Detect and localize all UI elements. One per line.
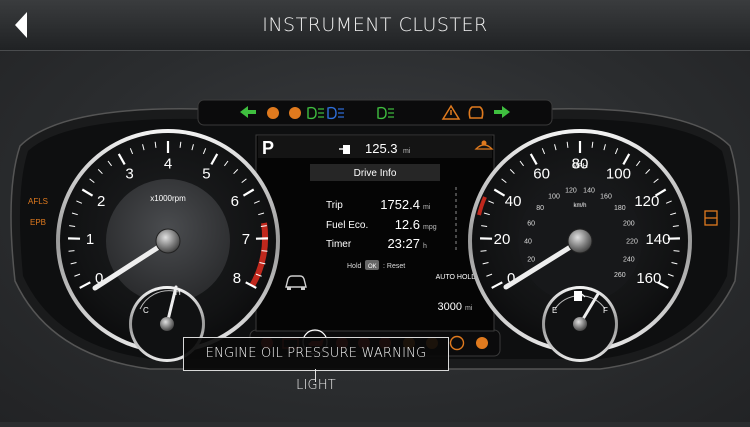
- kmh-label: 20: [527, 256, 535, 263]
- gear-indicator: P: [262, 138, 274, 158]
- stability-control-icon: [289, 107, 301, 119]
- odometer-value: 3000: [438, 301, 462, 313]
- timer-label: Timer: [326, 239, 352, 250]
- tach-label: 7: [242, 231, 250, 248]
- tach-label: 6: [231, 193, 239, 210]
- callout-leader-line: [315, 369, 316, 382]
- kmh-label: 120: [565, 187, 577, 194]
- fuel-eco-value: 12.6: [395, 217, 420, 232]
- auto-hold-label: AUTO HOLD: [436, 274, 477, 281]
- kmh-label: 140: [583, 187, 595, 194]
- tach-label: 5: [202, 165, 210, 182]
- odometer-unit: mi: [465, 305, 473, 312]
- tach-tick: [69, 251, 75, 252]
- kmh-label: 240: [623, 256, 635, 263]
- temp-cold-label: C: [143, 306, 149, 315]
- fuel-eco-unit: mpg: [423, 224, 437, 231]
- timer-unit: h: [423, 243, 427, 250]
- kmh-label: 60: [527, 221, 535, 228]
- trip-value: 1752.4: [380, 197, 420, 212]
- kmh-label: 100: [548, 193, 560, 200]
- epb-label: EPB: [30, 218, 46, 227]
- mph-unit-label: MPH: [572, 163, 588, 170]
- hold-hint-key: OK: [368, 264, 377, 270]
- kmh-unit-label: km/h: [573, 203, 586, 209]
- section-title: Drive Info: [354, 168, 397, 179]
- range-unit: mi: [403, 148, 411, 155]
- kmh-label: 180: [614, 205, 626, 212]
- fuel-eco-label: Fuel Eco.: [326, 220, 368, 231]
- tach-tick: [262, 251, 268, 252]
- kmh-label: 40: [524, 239, 532, 246]
- range-value: 125.3: [365, 141, 398, 156]
- speed-label: 100: [606, 165, 631, 182]
- speed-label: 140: [645, 231, 670, 248]
- app-header: INSTRUMENT CLUSTER: [0, 0, 750, 51]
- kmh-label: 80: [536, 205, 544, 212]
- speed-label: 40: [505, 193, 522, 210]
- fuel-full-label: F: [603, 306, 608, 315]
- speed-label: 20: [494, 231, 511, 248]
- kmh-label: 260: [614, 272, 626, 279]
- tach-label: 1: [86, 231, 94, 248]
- tach-label: 4: [164, 155, 172, 172]
- tach-label: 8: [233, 270, 241, 287]
- cluster-stage: AFLS EPB P 125.3 mi Drive Info Trip 1752…: [0, 51, 750, 422]
- trip-unit: mi: [423, 204, 431, 211]
- fuel-gauge: E F: [542, 286, 618, 362]
- kmh-label: 200: [623, 221, 635, 228]
- hold-hint-prefix: Hold: [347, 263, 362, 270]
- kmh-label: 160: [600, 193, 612, 200]
- timer-value: 23:27: [387, 236, 420, 251]
- rpm-unit-label: x1000rpm: [150, 194, 186, 203]
- tach-label: 3: [125, 165, 133, 182]
- speed-label: 120: [634, 193, 659, 210]
- lane-departure-icon: [267, 107, 279, 119]
- speed-tick: [674, 251, 680, 252]
- speed-label: 160: [636, 270, 661, 287]
- speed-tick: [481, 251, 487, 252]
- tach-label: 2: [97, 193, 105, 210]
- fuel-empty-label: E: [552, 306, 557, 315]
- speed-label: 60: [533, 165, 550, 182]
- afls-label: AFLS: [28, 197, 48, 206]
- trip-label: Trip: [326, 200, 343, 211]
- page-title: INSTRUMENT CLUSTER: [0, 14, 750, 36]
- kmh-label: 220: [626, 239, 638, 246]
- warning-light-callout: ENGINE OIL PRESSURE WARNING LIGHT: [183, 337, 449, 371]
- hold-hint-suffix: : Reset: [383, 263, 405, 270]
- low-fuel-icon: [476, 337, 488, 349]
